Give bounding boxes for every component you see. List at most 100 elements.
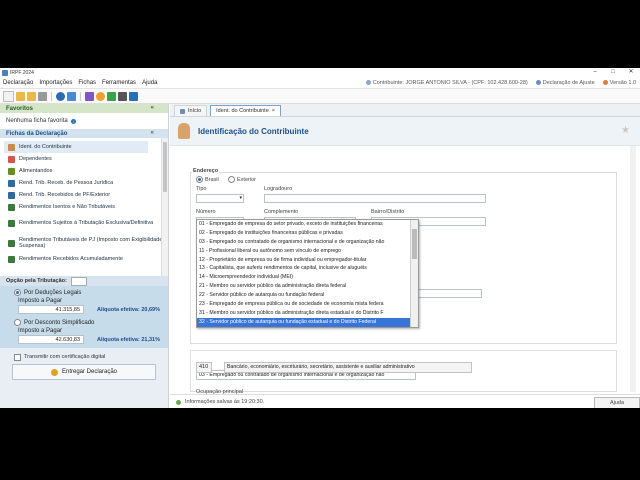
menu-fichas[interactable]: Fichas (75, 80, 99, 86)
new-file-icon[interactable] (3, 90, 14, 102)
dropdown-option[interactable]: 01 - Empregado de empresa do setor priva… (197, 220, 410, 229)
toolbar-divider (80, 91, 81, 101)
menu-declaracao[interactable]: Declaração (0, 80, 36, 86)
menu-ferramentas[interactable]: Ferramentas (99, 80, 139, 86)
brasil-radio[interactable] (196, 176, 203, 183)
money-icon (8, 191, 15, 199)
opcao-panel: Por Deduções Legais Imposto a Pagar 41.3… (0, 286, 168, 348)
refresh-icon[interactable] (67, 91, 76, 101)
menu-importacoes[interactable]: Importações (36, 80, 75, 86)
dropdown-option[interactable]: 02 - Empregado de instituições financeir… (197, 229, 410, 238)
calculator-icon[interactable] (118, 91, 127, 101)
transmitir-option[interactable]: Transmitir com certificação digital (0, 352, 168, 362)
building-icon (8, 179, 15, 187)
exterior-radio[interactable] (228, 176, 235, 183)
tools-icon[interactable] (96, 91, 105, 101)
declaracao-label: Declaração de Ajuste (542, 79, 595, 86)
complemento-label: Complemento (264, 209, 299, 215)
dropdown-scrollbar[interactable] (410, 220, 418, 327)
collapse-icon[interactable]: « (151, 130, 154, 136)
minimize-icon[interactable]: – (586, 68, 604, 77)
globe-icon[interactable] (56, 91, 65, 101)
sidebar-item-rend-exclusiva[interactable]: Rendimentos Sujeitos à Tributação Exclus… (0, 213, 168, 233)
window-title: IRPF 2024 (10, 69, 34, 76)
numero-label: Número (196, 209, 216, 215)
logradouro-input[interactable] (264, 194, 486, 203)
exterior-option[interactable]: Exterior (228, 176, 256, 183)
sidebar-item-rend-isentos[interactable]: Rendimentos Isentos e Não Tributáveis (0, 201, 168, 213)
window-controls: – □ ✕ (586, 68, 640, 77)
dropdown-option-selected[interactable]: 32 - Servidor público de autarquia ou fu… (197, 317, 410, 327)
trash-icon[interactable] (38, 91, 47, 101)
collapse-icon[interactable]: « (151, 105, 154, 111)
app-icon (2, 69, 8, 76)
simplificado-imposto-value: 42.630,83 (18, 335, 84, 344)
dropdown-option[interactable]: 23 - Empregado de empresa pública ou de … (197, 300, 410, 309)
sidebar-item-rend-suspensa[interactable]: Rendimentos Tributáveis de PJ (Imposto c… (0, 233, 168, 253)
declaracao-icon (535, 80, 541, 85)
dropdown-option[interactable]: 14 - Microempreendedor individual (MEI) (197, 273, 410, 282)
fichas-header[interactable]: Fichas da Declaração « (0, 129, 168, 138)
deducoes-radio[interactable] (14, 289, 21, 296)
simplificado-option[interactable]: Por Desconto Simplificado (14, 319, 160, 326)
maximize-icon[interactable]: □ (604, 68, 622, 77)
folder-icon[interactable] (27, 91, 36, 101)
sidebar-item-dependentes[interactable]: Dependentes (0, 153, 168, 165)
brasil-option[interactable]: Brasil (196, 176, 219, 183)
dropdown-option[interactable]: 11 - Profissional liberal ou autônomo se… (197, 247, 410, 256)
receipt-icon[interactable] (129, 91, 138, 101)
sidebar-item-rend-pj[interactable]: Rend. Trib. Receb. de Pessoa Jurídica (0, 177, 168, 189)
close-icon[interactable]: ✕ (622, 68, 640, 77)
field-input[interactable] (416, 289, 482, 298)
favoritos-empty-label: Nenhuma ficha favorita (6, 118, 68, 124)
sidebar-item-ident-contribuinte[interactable]: Ident. do Contribuinte (4, 141, 148, 153)
dropdown-option[interactable]: 22 - Servidor público de autarquia ou fu… (197, 291, 410, 300)
sidebar-scrollbar[interactable] (161, 138, 168, 276)
toolbar (0, 89, 640, 104)
transmitir-checkbox[interactable] (14, 353, 21, 361)
simplificado-imposto-label: Imposto a Pagar (18, 328, 63, 334)
menu-ajuda[interactable]: Ajuda (139, 80, 160, 86)
opcao-tributacao-header: Opção pela Tributação: (0, 276, 168, 286)
dropdown-option[interactable]: 21 - Membro ou servidor público da admin… (197, 282, 410, 291)
sidebar-item-rend-acumulado[interactable]: Rendimentos Recebidos Acumuladamente (0, 253, 168, 265)
coins-icon (8, 239, 15, 247)
ajuda-button[interactable]: Ajuda (594, 397, 640, 408)
versao-label: Versão 1.0 (609, 79, 636, 86)
ocupacao-code-input[interactable]: 410 (196, 362, 212, 373)
sidebar-item-rend-pf[interactable]: Rend. Trib. Recebidos de PF/Exterior (0, 189, 168, 201)
versao-icon (602, 80, 608, 85)
open-folder-icon[interactable] (16, 91, 25, 101)
scroll-thumb[interactable] (163, 142, 167, 192)
deducoes-option[interactable]: Por Deduções Legais (14, 289, 160, 296)
dropdown-option[interactable]: 03 - Empregado ou contratado de organism… (197, 238, 410, 247)
main-scrollbar[interactable] (630, 146, 636, 392)
tab-ident-contribuinte[interactable]: Ident. do Contribuinte × (210, 105, 281, 116)
dropdown-option[interactable]: 12 - Proprietário de empresa ou de firma… (197, 256, 410, 265)
info-icon[interactable]: i (70, 118, 76, 124)
favoritos-header[interactable]: Favoritos « (0, 104, 168, 113)
simplificado-aliquota: Alíquota efetiva: 21,31% (97, 336, 160, 343)
scroll-thumb[interactable] (412, 229, 417, 259)
check-icon[interactable] (107, 91, 116, 101)
entregar-button[interactable]: Entregar Declaração (12, 364, 156, 380)
print-icon[interactable] (85, 91, 94, 101)
people-icon (8, 155, 15, 163)
tab-bar: Início Ident. do Contribuinte × (170, 104, 640, 117)
favoritos-panel: Nenhuma ficha favorita i (0, 113, 168, 129)
ocupacao-desc-input[interactable]: Bancário, economiário, escriturário, sec… (224, 362, 472, 373)
dropdown-option[interactable]: 13 - Capitalista, que auferiu rendimento… (197, 264, 410, 273)
search-icon[interactable] (70, 276, 87, 286)
ocupacao-dropdown-list[interactable]: 01 - Empregado de empresa do setor priva… (196, 219, 419, 328)
entregar-label: Entregar Declaração (61, 369, 118, 375)
tipo-select[interactable]: ▾ (196, 194, 244, 203)
coins-icon (8, 219, 15, 227)
sidebar-item-alimentandos[interactable]: Alimentandos (0, 165, 168, 177)
favorite-star-icon[interactable]: ★ (621, 125, 630, 136)
user-icon (365, 80, 371, 85)
simplificado-radio[interactable] (14, 319, 21, 326)
tab-inicio[interactable]: Início (174, 105, 208, 116)
dropdown-option[interactable]: 31 - Membro ou servidor público da admin… (197, 309, 410, 318)
close-tab-icon[interactable]: × (272, 108, 275, 114)
simplificado-label: Por Desconto Simplificado (24, 319, 95, 326)
